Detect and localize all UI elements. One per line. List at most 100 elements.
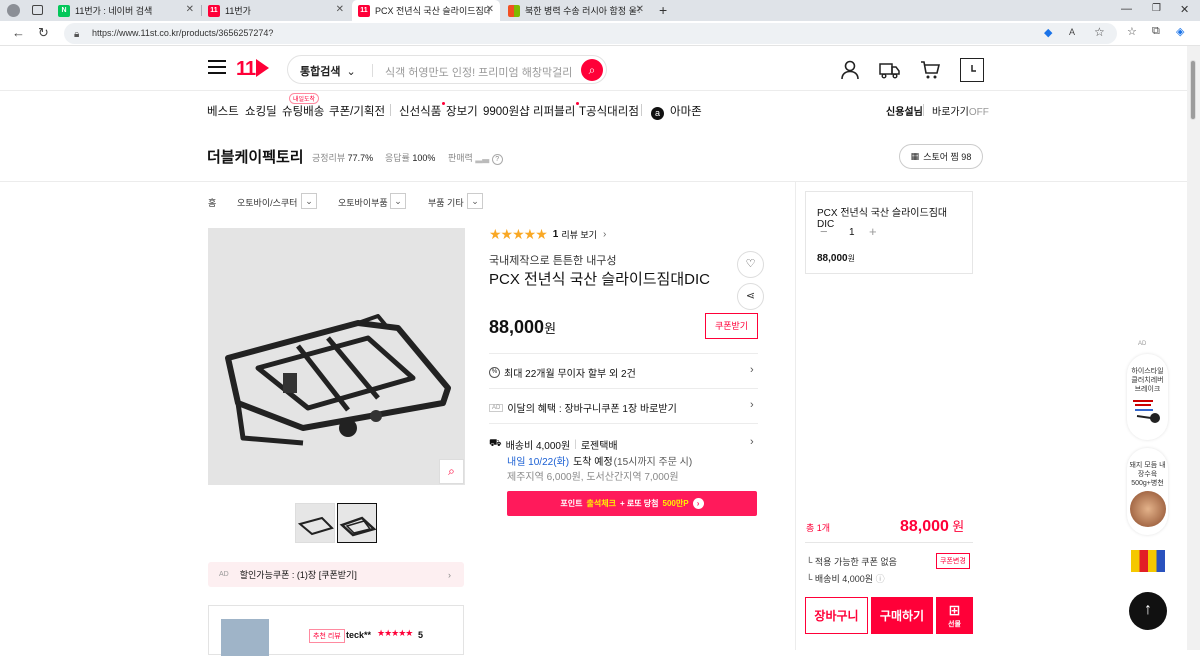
gnb-item-tstore[interactable]: T공식대리점	[579, 103, 639, 119]
back-icon[interactable]: ←	[12, 25, 25, 40]
buy-button[interactable]: 구매하기	[871, 597, 933, 634]
tab-11st[interactable]: 11 11번가 ✕	[202, 0, 350, 21]
favorite-icon[interactable]: ☆	[1094, 25, 1105, 39]
recent-icon[interactable]	[960, 58, 984, 82]
review-user: teck**	[346, 630, 372, 640]
breadcrumb-level1[interactable]: 오토바이/스쿠터	[237, 196, 297, 209]
qty-minus-button[interactable]: −	[820, 224, 828, 239]
breadcrumb-level2[interactable]: 오토바이부품	[338, 196, 388, 209]
new-tab-button[interactable]: +	[659, 2, 667, 18]
rating-row[interactable]: ★★★★★ 1 리뷰 보기 ›	[489, 226, 606, 243]
collections-icon[interactable]: ⧉	[1152, 25, 1160, 38]
help-icon[interactable]: ?	[491, 154, 503, 165]
heart-icon[interactable]: ♡	[737, 251, 764, 278]
close-icon[interactable]: ✕	[636, 4, 644, 15]
chevron-right-icon[interactable]: ›	[750, 436, 754, 448]
user-icon[interactable]	[838, 58, 862, 82]
tab-naver[interactable]: N 11번가 : 네이버 검색 ✕	[52, 0, 200, 21]
gnb-item-coupon[interactable]: 쿠폰/기획전	[329, 103, 385, 119]
share-icon[interactable]: ⋖	[737, 283, 764, 310]
delivery-estimate: 내일 10/22(화) 도착 예정 (15시까지 주문 시)	[507, 457, 693, 468]
chevron-down-icon[interactable]: ⌄	[467, 193, 483, 209]
coupon-change-button[interactable]: 쿠폰변경	[936, 553, 970, 569]
breadcrumb-level3[interactable]: 부품 기타	[428, 196, 464, 209]
close-icon[interactable]: ✕	[336, 4, 344, 15]
menu-icon[interactable]	[208, 60, 226, 74]
window-close-button[interactable]: ✕	[1180, 3, 1189, 16]
store-like-button[interactable]: ▦ 스토어 찜 98	[899, 144, 983, 169]
info-icon[interactable]: ⓘ	[876, 574, 885, 584]
profile-icon[interactable]	[7, 4, 20, 17]
product-price: 88,000원	[489, 317, 557, 337]
refresh-icon[interactable]: ↻	[38, 25, 49, 41]
thumbnail-1[interactable]	[295, 503, 335, 543]
thumbnail-2[interactable]	[337, 503, 377, 543]
gnb-item-shocking[interactable]: 쇼킹딜	[245, 103, 277, 119]
installment-row[interactable]: % 최대 22개월 무이자 할부 외 2건	[489, 365, 636, 380]
side-ad-1[interactable]: 하이스타일 클러치레버 브레이크	[1127, 354, 1168, 440]
side-ad-1-text: 하이스타일 클러치레버 브레이크	[1131, 368, 1164, 393]
review-tag: 추천 리뷰	[309, 629, 345, 643]
tag-icon[interactable]: ◆	[1044, 26, 1052, 39]
review-count: 1	[552, 229, 559, 240]
gnb-item-best[interactable]: 베스트	[207, 103, 239, 119]
shipping-row[interactable]: ⛟ 배송비 4,000원 | 로젠택배	[489, 437, 618, 452]
read-aloud-icon[interactable]: A	[1069, 27, 1075, 37]
gnb-item-amazon[interactable]: a 아마존	[651, 103, 702, 120]
coupon-download-button[interactable]: 쿠폰받기	[705, 313, 758, 339]
review-card[interactable]: 추천 리뷰 teck** ★★★★★ 5	[208, 605, 464, 656]
gnb-item-9900[interactable]: 9900원샵	[483, 103, 530, 119]
cart-icon[interactable]	[918, 58, 942, 82]
extra-shipping-fee: 제주지역 6,000원, 도서산간지역 7,000원	[507, 472, 679, 483]
minimize-button[interactable]: —	[1121, 3, 1132, 15]
gnb-item-grocery[interactable]: 장보기	[446, 103, 478, 119]
review-thumbnail[interactable]	[221, 619, 269, 656]
gnb-item-fresh[interactable]: 신선식품	[399, 102, 446, 119]
cart-button[interactable]: 장바구니	[805, 597, 868, 634]
copilot-icon[interactable]: ◈	[1176, 25, 1184, 38]
percent-icon: %	[489, 367, 500, 378]
close-icon[interactable]: ✕	[486, 4, 494, 15]
benefit-row[interactable]: AD 이달의 혜택 : 장바구니쿠폰 1장 바로받기	[489, 400, 677, 415]
search-category-select[interactable]: 통합검색	[300, 63, 356, 79]
zoom-icon[interactable]: ⌕	[439, 459, 464, 484]
maximize-button[interactable]: ❐	[1152, 3, 1161, 14]
side-ad-2[interactable]: 돼지 모듬 내장수육 500g+병천	[1127, 448, 1168, 535]
extensions-icon[interactable]: ☆	[1127, 25, 1137, 38]
tab-actions-icon[interactable]	[32, 5, 43, 15]
product-main-image[interactable]	[208, 228, 465, 485]
close-icon[interactable]: ✕	[186, 4, 194, 15]
chevron-right-icon[interactable]: ›	[750, 364, 754, 376]
chevron-down-icon[interactable]: ⌄	[390, 193, 406, 209]
gnb-item-shooting[interactable]: 슈팅배송	[282, 103, 324, 119]
msn-icon	[508, 4, 520, 17]
address-input[interactable]: 🔒︎ https://www.11st.co.kr/products/36562…	[64, 23, 1117, 44]
qty-value[interactable]: 1	[849, 227, 855, 238]
gnb-item-refurb[interactable]: 리퍼블리	[533, 102, 580, 119]
search-box[interactable]: 통합검색 식객 허영만도 인정! 프리미엄 해창막걸리 ⌕	[287, 55, 607, 84]
scrollbar-thumb[interactable]	[1190, 60, 1196, 120]
scrollbar[interactable]	[1187, 46, 1200, 650]
scroll-top-button[interactable]: ↑	[1129, 592, 1167, 630]
chevron-down-icon[interactable]: ⌄	[301, 193, 317, 209]
review-link[interactable]: 리뷰 보기	[561, 228, 597, 241]
chevron-right-icon: ›	[448, 569, 451, 580]
side-ad-3[interactable]	[1127, 542, 1168, 585]
qty-plus-button[interactable]: +	[869, 224, 877, 239]
tab-title: 북한 병력 수송 러시아 함정 울직	[525, 6, 640, 16]
search-input[interactable]: 식객 허영만도 인정! 프리미엄 해창막걸리	[385, 64, 572, 80]
search-icon[interactable]: ⌕	[581, 59, 603, 81]
user-greeting[interactable]: 신용설님	[886, 103, 923, 118]
tab-news[interactable]: 북한 병력 수송 러시아 함정 울직 ✕	[502, 0, 650, 21]
side-ad-2-text: 돼지 모듬 내장수육 500g+병천	[1129, 462, 1166, 487]
truck-icon[interactable]	[878, 58, 902, 82]
tab-product[interactable]: 11 PCX 전년식 국산 슬라이드짐대DIC ✕	[352, 0, 500, 21]
gift-button[interactable]: ⊞ 선물	[936, 597, 973, 634]
logo[interactable]: 11	[236, 58, 270, 81]
chevron-right-icon[interactable]: ›	[750, 399, 754, 411]
shortcut-toggle[interactable]: 바로가기OFF	[932, 103, 989, 118]
ad-coupon-banner[interactable]: AD 할인가능쿠폰 : (1)장 [쿠폰받기] ›	[208, 562, 464, 587]
seller-name[interactable]: 더블케이펙토리	[207, 146, 304, 167]
breadcrumb-home[interactable]: 홈	[208, 196, 216, 209]
point-event-button[interactable]: 포인트 출석체크 + 로또 당첨 500만P ›	[507, 491, 757, 516]
